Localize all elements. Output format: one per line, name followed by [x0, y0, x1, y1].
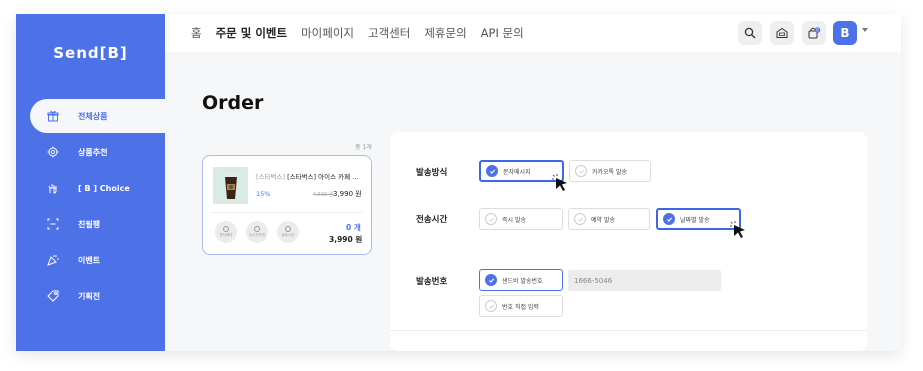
check-icon — [486, 165, 498, 177]
product-thumbnail — [213, 167, 248, 204]
mouse-pointer-icon — [730, 221, 745, 238]
original-price: 4,590 원 — [313, 192, 334, 198]
check-icon — [485, 300, 497, 312]
search-button[interactable] — [738, 21, 762, 45]
sidebar-item-event[interactable]: 이벤트 — [30, 243, 165, 277]
gift-box-button[interactable] — [770, 21, 794, 45]
sidebar-item-label: 친필팽 — [78, 219, 101, 229]
sidebar-item-exhibition[interactable]: 기획전 — [30, 279, 165, 313]
hand-icon — [46, 181, 60, 195]
nav-partnership[interactable]: 제휴문의 — [424, 25, 466, 41]
sidebar-item-label: 상품추천 — [78, 147, 108, 157]
divider — [211, 212, 363, 213]
sidebar-item-b-choice[interactable]: [ B ] Choice — [30, 171, 165, 205]
quantity: 0 개 — [346, 223, 361, 232]
total-price: 3,990 원 — [329, 235, 363, 244]
reserve-message-button[interactable]: 문자예약 — [215, 221, 237, 243]
sidebar-item-label: 기획전 — [78, 291, 101, 301]
options-panel: 발송방식 문자메시지 카카오톡 발송 전송시간 즉시 발송 예약 발송 날짜별 … — [390, 132, 867, 351]
check-icon — [485, 274, 497, 286]
cart-button[interactable]: 0 — [802, 21, 826, 45]
top-nav: 홈 주문 및 이벤트 마이페이지 고객센터 제휴문의 API 문의 0 B — [165, 14, 901, 52]
logo[interactable]: Send[B] — [16, 44, 165, 62]
chevron-down-icon[interactable] — [862, 28, 868, 32]
mouse-pointer-icon — [552, 174, 567, 191]
nav-orders-events[interactable]: 주문 및 이벤트 — [216, 25, 288, 41]
change-recipient-button[interactable]: 수신자변경 — [246, 221, 268, 243]
sidebar-item-recommend[interactable]: 상품추천 — [30, 135, 165, 169]
tag-icon — [46, 289, 60, 303]
search-icon — [744, 27, 756, 39]
message-icon — [223, 226, 229, 232]
sidebar-item-label: [ B ] Choice — [78, 183, 130, 193]
option-sendb-number[interactable]: 샌드비 발송번호 — [479, 269, 563, 291]
option-immediate[interactable]: 즉시 발송 — [479, 208, 563, 230]
cart-badge: 0 — [816, 28, 819, 33]
item-count: 총 1개 — [355, 144, 372, 151]
option-by-date[interactable]: 날짜별 발송 — [656, 208, 741, 230]
person-icon — [254, 226, 260, 232]
top-menu: 홈 주문 및 이벤트 마이페이지 고객센터 제휴문의 API 문의 — [191, 25, 524, 41]
send-time-button[interactable]: 발송시간 — [277, 221, 299, 243]
sidebar-item-all-products[interactable]: 전체상품 — [30, 99, 165, 133]
product-brand: [스타벅스] — [256, 173, 285, 181]
sidebar-item-label: 전체상품 — [78, 111, 108, 121]
app-frame: Send[B] 전체상품 상품추천 [ B ] Choice 친필팽 이벤트 기… — [16, 14, 901, 351]
clock-icon — [285, 226, 291, 232]
sidebar-item-label: 이벤트 — [78, 255, 101, 265]
party-icon — [46, 253, 60, 267]
nav-home[interactable]: 홈 — [191, 25, 202, 41]
option-kakao[interactable]: 카카오톡 발송 — [569, 160, 651, 182]
method-label: 발송방식 — [416, 168, 448, 178]
divider — [390, 330, 867, 331]
nav-mypage[interactable]: 마이페이지 — [301, 25, 354, 41]
product-card[interactable]: [스타벅스] [스타벅스] 아이스 카페 ... 15% 4,590 원 3,9… — [202, 155, 372, 255]
check-icon — [575, 165, 587, 177]
time-label: 전송시간 — [416, 215, 448, 225]
badge-icon — [46, 145, 60, 159]
nav-customer-center[interactable]: 고객센터 — [368, 25, 410, 41]
option-reserved[interactable]: 예약 발송 — [568, 208, 650, 230]
check-icon — [663, 213, 675, 225]
gift-box-icon — [776, 27, 788, 38]
check-icon — [574, 213, 586, 225]
check-icon — [485, 213, 497, 225]
sidebar: Send[B] 전체상품 상품추천 [ B ] Choice 친필팽 이벤트 기… — [16, 14, 165, 351]
option-direct-number[interactable]: 번호 직접 입력 — [479, 295, 563, 317]
gift-icon — [46, 109, 60, 123]
phone-number-field[interactable]: 1666-5046 — [568, 270, 721, 291]
discount-rate: 15% — [256, 190, 271, 198]
number-label: 발송번호 — [416, 277, 448, 287]
nav-api-inquiry[interactable]: API 문의 — [481, 25, 524, 41]
product-name: [스타벅스] [스타벅스] 아이스 카페 ... — [256, 173, 359, 181]
page-title: Order — [202, 92, 264, 114]
sidebar-item-handwritten[interactable]: 친필팽 — [30, 207, 165, 241]
scan-icon — [46, 217, 60, 231]
bag-icon: 0 — [808, 27, 821, 39]
sale-price: 3,990 원 — [333, 190, 362, 198]
avatar[interactable]: B — [833, 21, 857, 45]
